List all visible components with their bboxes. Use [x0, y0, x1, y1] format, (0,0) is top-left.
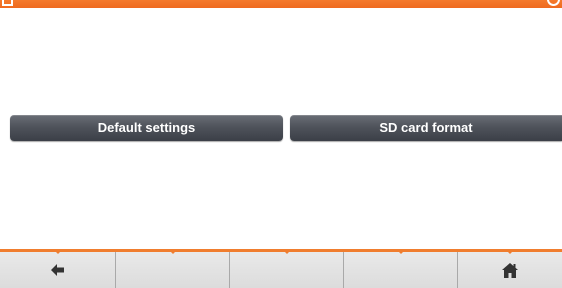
home-icon [502, 262, 518, 278]
softkey-notch [283, 251, 290, 254]
status-bar [0, 0, 562, 8]
softkey-2[interactable] [116, 251, 230, 288]
softkey-notch [397, 251, 404, 254]
help-icon[interactable] [547, 0, 560, 6]
status-icon [2, 0, 13, 6]
softkey-notch [507, 251, 513, 254]
back-arrow-icon [50, 264, 64, 276]
default-settings-button[interactable]: Default settings [10, 115, 283, 141]
softkey-3[interactable] [230, 251, 344, 288]
softkey-home[interactable] [458, 251, 562, 288]
sd-card-format-button[interactable]: SD card format [290, 115, 562, 141]
softkey-4[interactable] [344, 251, 458, 288]
softkey-notch [54, 251, 61, 254]
softkey-back[interactable] [0, 251, 116, 288]
softkey-bar [0, 249, 562, 288]
softkey-notch [169, 251, 176, 254]
